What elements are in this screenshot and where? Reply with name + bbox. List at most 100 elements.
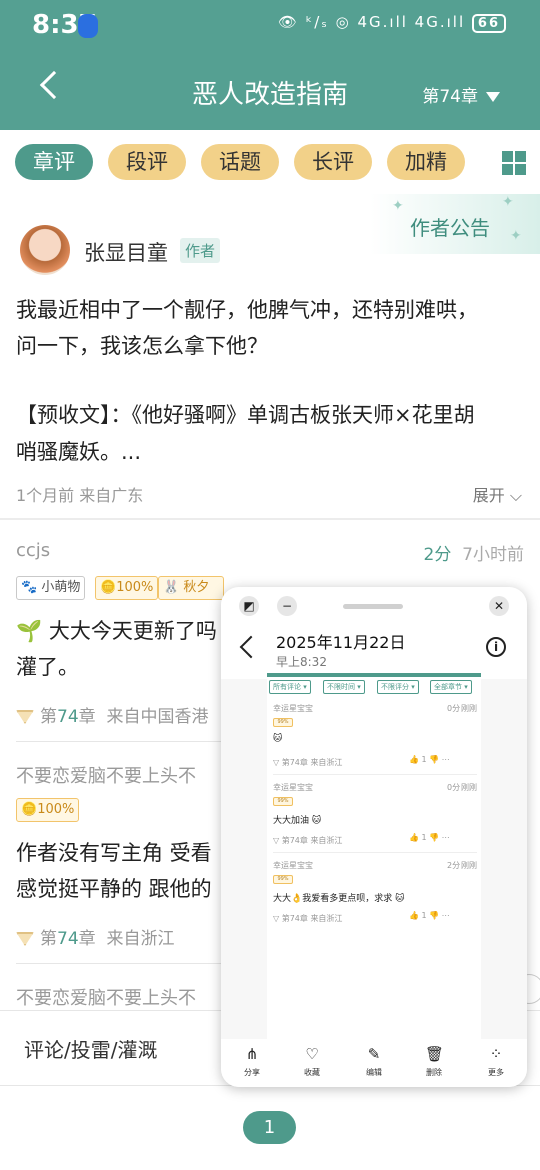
author-avatar[interactable]: [20, 225, 70, 275]
info-icon[interactable]: i: [486, 637, 506, 657]
mini-text: 大大👌我爱看多更点呗，求求 🐱: [273, 894, 405, 904]
vip-icon: [16, 932, 34, 946]
comment-input-placeholder: 评论/投雷/灌溉: [24, 1038, 158, 1062]
announcement-line: 【预收文】：《他好骚啊》单调古板张天师×花里胡: [16, 403, 475, 427]
more-icon: ⁘: [489, 1045, 503, 1063]
mini-badge: 99%: [273, 797, 293, 806]
author-name[interactable]: 张显目童: [84, 237, 168, 267]
mini-username: 幸运星宝宝: [273, 861, 313, 870]
tab-chapter-comments[interactable]: 章评: [15, 144, 93, 180]
heart-icon: ♡: [305, 1045, 319, 1063]
announcement-label: 作者公告: [410, 216, 490, 240]
chapter-label: 第74章: [422, 87, 478, 107]
mini-chapter: ▽ 第74章 来自浙江: [273, 836, 343, 845]
tool-label: 收藏: [304, 1068, 320, 1077]
preview-header-bar: [267, 673, 481, 677]
mini-text: 大大加油 🐱: [273, 816, 322, 826]
share-icon: ⋔: [245, 1045, 259, 1063]
user-badge: 🐰 秋夕: [158, 576, 224, 600]
app-notification-icon: [78, 14, 98, 38]
signal-icons: 👁 ᵏ/ₛ ◎ 4G.ıll 4G.ıll: [278, 13, 466, 31]
favorite-button[interactable]: ♡ 收藏: [287, 1039, 337, 1078]
screenshot-date: 2025年11月22日: [276, 633, 406, 652]
trash-icon: 🗑: [425, 1045, 445, 1063]
divider: [16, 741, 236, 742]
expand-button[interactable]: 展开 ⌵: [473, 482, 522, 506]
fullscreen-button[interactable]: ◩: [239, 596, 259, 616]
divider: [273, 852, 477, 853]
screenshot-time: 早上8:32: [276, 655, 327, 669]
comment-chapter: 第74章 来自中国香港: [16, 702, 208, 727]
sparkle-icon: ✦: [510, 228, 522, 244]
sparkle-icon: ✦: [502, 194, 514, 210]
badge-label: 秋夕: [183, 580, 210, 595]
battery-icon: 66: [471, 14, 506, 33]
comment-text: 🌱 大大今天更新了吗: [16, 619, 217, 643]
mini-username: 幸运星宝宝: [273, 704, 313, 713]
chapter-selector[interactable]: 第74章: [422, 82, 500, 107]
filter-chapter: 全部章节 ▾: [430, 680, 472, 694]
user-badge: 🪙100%: [95, 576, 159, 600]
announcement-line: 问一下，我该怎么拿下他？: [16, 334, 268, 358]
announcement-meta: 1个月前 来自广东: [16, 486, 144, 505]
score-value: 2分: [423, 545, 452, 565]
mini-actions: 👍 1 👎 ⋯: [409, 833, 450, 842]
comment-text: 灌了。: [16, 655, 79, 679]
minimize-button[interactable]: −: [277, 596, 297, 616]
user-badge: 🪙100%: [16, 798, 80, 822]
announcement-line: 我最近相中了一个靓仔，他脾气冲，还特别难哄，: [16, 298, 478, 322]
close-button[interactable]: ✕: [489, 596, 509, 616]
badge-label: 小萌物: [41, 580, 81, 595]
page-number-button[interactable]: 1: [243, 1111, 296, 1144]
comment-username[interactable]: 不要恋爱脑不要上头不: [16, 762, 196, 788]
mini-score: 0分: [447, 704, 461, 713]
comment-location: 来自浙江: [106, 929, 175, 949]
drag-handle[interactable]: [343, 604, 403, 609]
chevron-down-icon: [486, 92, 500, 102]
mini-text: 🐱: [273, 734, 283, 744]
edit-icon: ✎: [367, 1045, 381, 1063]
floating-window: ◩ − ✕ 2025年11月22日 早上8:32 i 所有评论 ▾ 不限时间 ▾…: [221, 587, 527, 1087]
app-header: 8:37 👁 ᵏ/ₛ ◎ 4G.ıll 4G.ıll 66 恶人改造指南 第74…: [0, 0, 540, 130]
sparkle-icon: ✦: [392, 198, 404, 214]
announcement-line: 哨骚魔妖。...: [16, 440, 142, 464]
tab-featured[interactable]: 加精: [387, 144, 465, 180]
share-button[interactable]: ⋔ 分享: [227, 1039, 277, 1078]
more-button[interactable]: ⁘ 更多: [471, 1039, 521, 1078]
mini-actions: 👍 1 👎 ⋯: [409, 911, 450, 920]
mini-badge: 99%: [273, 875, 293, 884]
filter-time: 不限时间 ▾: [323, 680, 365, 694]
mini-chapter: ▽ 第74章 来自浙江: [273, 758, 343, 767]
tool-label: 删除: [426, 1068, 442, 1077]
vip-icon: [16, 710, 34, 724]
filter-all-comments: 所有评论 ▾: [269, 680, 311, 694]
mini-time: 刚刚: [461, 783, 477, 792]
mini-time: 刚刚: [461, 704, 477, 713]
badge-label: 100%: [116, 580, 154, 595]
edit-button[interactable]: ✎ 编辑: [349, 1039, 399, 1078]
tab-topics[interactable]: 话题: [201, 144, 279, 180]
user-badge: 🐾 小萌物: [16, 576, 86, 600]
screenshot-toolbar: ⋔ 分享 ♡ 收藏 ✎ 编辑 🗑 删除 ⁘ 更多: [221, 1039, 527, 1087]
tab-paragraph-comments[interactable]: 段评: [108, 144, 186, 180]
mini-badge: 99%: [273, 718, 293, 727]
comment-username[interactable]: ccjs: [16, 540, 50, 561]
comment-text: 感觉挺平静的 跟他的: [16, 877, 212, 901]
status-bar: 8:37 👁 ᵏ/ₛ ◎ 4G.ıll 4G.ıll 66: [0, 0, 540, 56]
grid-view-icon[interactable]: [502, 151, 526, 175]
author-tag: 作者: [180, 238, 221, 263]
mini-score: 0分: [447, 783, 461, 792]
mini-score: 2分: [447, 861, 461, 870]
comment-username[interactable]: 不要恋爱脑不要上头不: [16, 984, 196, 1010]
mini-time: 刚刚: [461, 861, 477, 870]
mini-chapter: ▽ 第74章 来自浙江: [273, 914, 343, 923]
divider: [0, 518, 540, 520]
tab-long-reviews[interactable]: 长评: [294, 144, 372, 180]
tool-label: 编辑: [366, 1068, 382, 1077]
filter-score: 不限评分 ▾: [377, 680, 419, 694]
comment-chapter: 第74章 来自浙江: [16, 924, 174, 949]
tool-label: 分享: [244, 1068, 260, 1077]
status-icons: 👁 ᵏ/ₛ ◎ 4G.ıll 4G.ıll 66: [278, 13, 506, 33]
mini-username: 幸运星宝宝: [273, 783, 313, 792]
delete-button[interactable]: 🗑 删除: [409, 1039, 459, 1078]
